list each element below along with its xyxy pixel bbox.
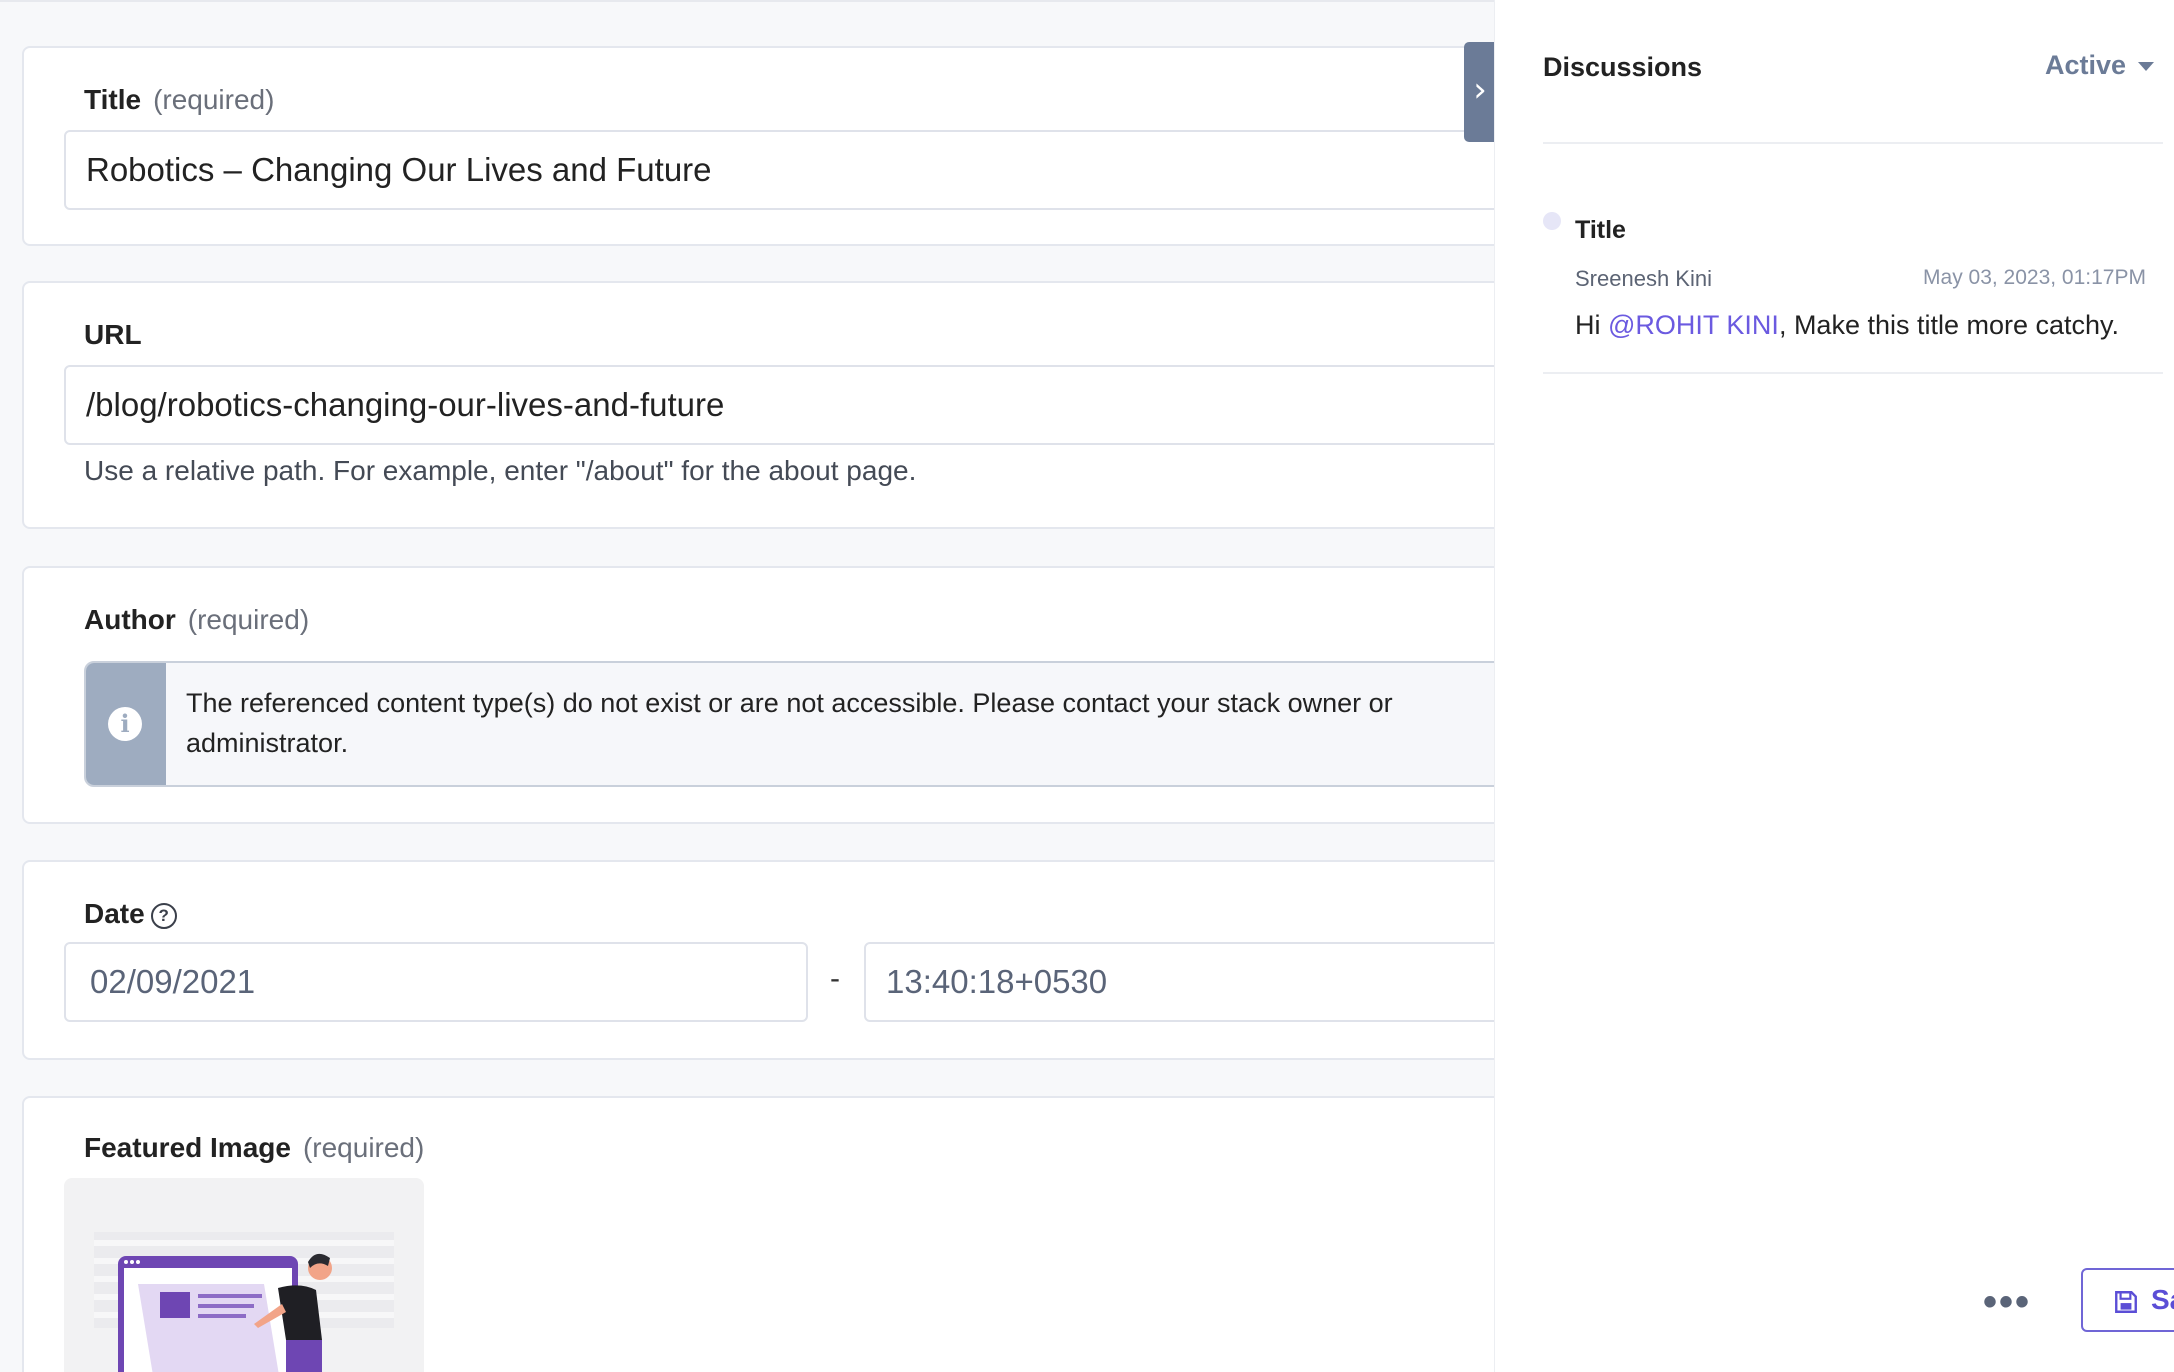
thread-divider: [1543, 372, 2163, 374]
url-card: URL /blog/robotics-changing-our-lives-an…: [22, 281, 1494, 529]
url-input[interactable]: /blog/robotics-changing-our-lives-and-fu…: [64, 365, 1494, 445]
caret-down-icon: [2138, 62, 2155, 72]
panel-divider: [1543, 142, 2163, 144]
required-tag: (required): [153, 84, 275, 115]
panel-collapse-tab[interactable]: ›: [1464, 42, 1496, 142]
user-mention[interactable]: @ROHIT KINI: [1608, 310, 1779, 340]
more-icon[interactable]: •••: [1983, 1280, 2031, 1325]
featured-image-card: Featured Image (required): [22, 1096, 1494, 1372]
title-input[interactable]: Robotics – Changing Our Lives and Future: [64, 130, 1494, 210]
discussions-panel: Discussions Active Title Sreenesh Kini M…: [1494, 0, 2174, 1372]
required-tag: (required): [302, 1132, 425, 1163]
date-separator: -: [830, 962, 840, 995]
title-card: Title (required) Robotics – Changing Our …: [22, 46, 1494, 246]
status-filter-dropdown[interactable]: Active: [2045, 50, 2155, 81]
author-alert: i The referenced content type(s) do not …: [84, 661, 1494, 787]
url-hint: Use a relative path. For example, enter …: [84, 455, 917, 486]
chevron-right-icon: ›: [1473, 70, 1487, 110]
author-label: Author (required): [84, 604, 310, 635]
required-tag: (required): [187, 604, 310, 635]
time-input[interactable]: 13:40:18+0530: [864, 942, 1494, 1022]
entry-form: Title (required) Robotics – Changing Our …: [0, 0, 1494, 1372]
thread-status-dot: [1543, 212, 1561, 230]
panel-title: Discussions: [1543, 52, 1703, 82]
featured-image-thumbnail[interactable]: [64, 1178, 424, 1372]
date-input[interactable]: 02/09/2021: [64, 942, 808, 1022]
alert-message: The referenced content type(s) do not ex…: [186, 688, 1393, 758]
comment-author: Sreenesh Kini: [1575, 266, 1712, 291]
save-icon: [2115, 1290, 2137, 1313]
robot-illustration: [94, 1232, 394, 1372]
comment-timestamp: May 03, 2023, 01:17PM: [1923, 266, 2146, 289]
author-card: Author (required) i The referenced conten…: [22, 566, 1494, 824]
date-card: Date? 02/09/2021 - 13:40:18+0530: [22, 860, 1494, 1060]
title-label: Title (required): [84, 84, 275, 115]
url-label: URL: [84, 319, 142, 350]
save-button[interactable]: Save: [2081, 1268, 2174, 1332]
date-label: Date?: [84, 898, 177, 930]
featured-image-label: Featured Image (required): [84, 1132, 425, 1163]
comment-message: Hi @ROHIT KINI, Make this title more cat…: [1575, 310, 2120, 340]
help-circle-icon[interactable]: ?: [150, 903, 177, 929]
info-icon: i: [108, 707, 142, 741]
thread-field-title: Title: [1575, 216, 1626, 244]
